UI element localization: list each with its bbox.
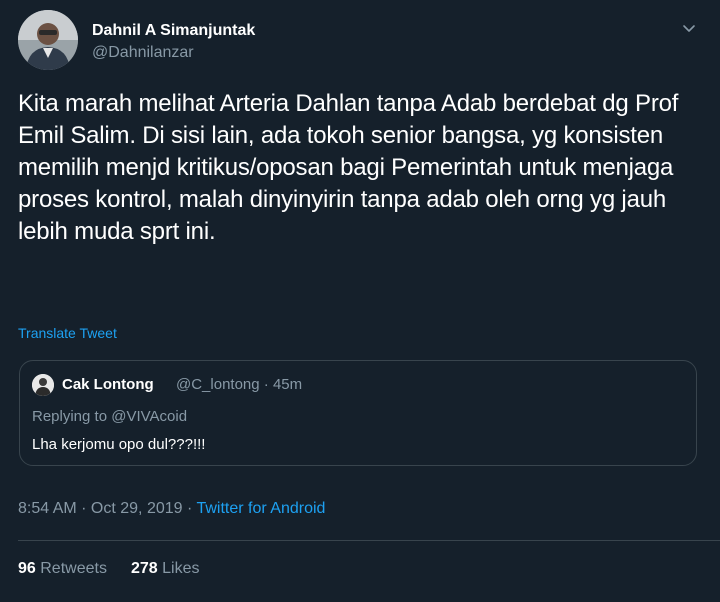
author-handle[interactable]: @Dahnilanzar bbox=[92, 44, 194, 62]
chevron-down-icon bbox=[683, 25, 695, 32]
quoted-meta: @C_lontong · 45m bbox=[176, 376, 302, 393]
tweet-text: Kita marah melihat Arteria Dahlan tanpa … bbox=[18, 90, 679, 245]
quoted-dot-separator: · bbox=[259, 376, 273, 393]
tweet-stats: 96 Retweets 278 Likes bbox=[18, 560, 199, 578]
meta-separator: · bbox=[76, 500, 91, 517]
quoted-text: Lha kerjomu opo dul???!!! bbox=[32, 436, 206, 453]
avatar-photo-icon bbox=[18, 10, 78, 70]
tweet: Dahnil A Simanjuntak @Dahnilanzar Kita m… bbox=[0, 0, 720, 602]
more-options-button[interactable] bbox=[680, 20, 698, 38]
tweet-time[interactable]: 8:54 AM bbox=[18, 500, 77, 517]
author-avatar[interactable] bbox=[18, 10, 78, 70]
tweet-timestamp-line: 8:54 AM · Oct 29, 2019 · Twitter for And… bbox=[18, 500, 325, 518]
likes-stat[interactable]: 278 Likes bbox=[131, 560, 200, 577]
likes-count: 278 bbox=[130, 560, 158, 577]
replying-prefix: Replying to bbox=[32, 408, 112, 425]
retweets-label: Retweets bbox=[40, 560, 107, 577]
tweet-source-link[interactable]: Twitter for Android bbox=[196, 500, 325, 517]
meta-separator: · bbox=[182, 500, 197, 517]
likes-label: Likes bbox=[162, 560, 200, 577]
quoted-tweet[interactable]: Cak Lontong @C_lontong · 45m Replying to… bbox=[19, 360, 697, 466]
replying-to-user: @VIVAcoid bbox=[111, 408, 188, 425]
quoted-avatar bbox=[32, 374, 54, 396]
retweets-count: 96 bbox=[18, 560, 36, 577]
divider bbox=[18, 540, 720, 541]
quoted-replying-to: Replying to @VIVAcoid bbox=[32, 408, 187, 425]
quoted-author-name: Cak Lontong bbox=[62, 376, 154, 393]
retweets-stat[interactable]: 96 Retweets bbox=[18, 560, 107, 577]
quoted-time: 45m bbox=[272, 376, 303, 393]
author-name[interactable]: Dahnil A Simanjuntak bbox=[92, 22, 255, 40]
tweet-date[interactable]: Oct 29, 2019 bbox=[91, 500, 183, 517]
translate-tweet-link[interactable]: Translate Tweet bbox=[18, 325, 117, 341]
quoted-avatar-photo-icon bbox=[32, 374, 54, 396]
quoted-author-handle: @C_lontong bbox=[176, 376, 260, 393]
